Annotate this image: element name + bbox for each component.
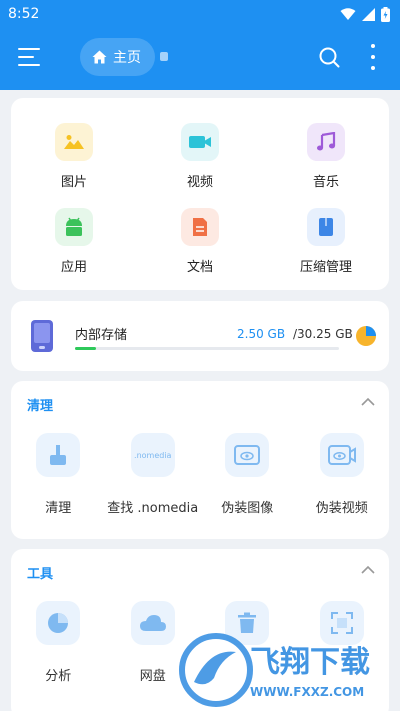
phone-storage-icon [31,320,53,352]
small-lock-icon [160,52,168,61]
storage-pie-icon [356,326,376,346]
image-icon [55,123,93,161]
disguise-video-icon [319,433,364,477]
internal-storage-card[interactable]: 内部存储 2.50 GB /30.25 GB [11,301,389,371]
category-images[interactable]: 图片 [11,123,137,190]
menu-button[interactable] [18,46,44,68]
chevron-up-icon[interactable] [361,565,375,575]
clean-section-card: 清理 清理 .nomedia 查找 .nomedia 伪装图像 伪装视频 [11,381,389,539]
analysis-tile[interactable]: 分析 [11,601,106,684]
more-options-button[interactable] [364,44,382,70]
category-apps[interactable]: 应用 [11,208,137,275]
archive-icon [307,208,345,246]
clean-tools-grid: 清理 .nomedia 查找 .nomedia 伪装图像 伪装视频 [11,433,389,516]
analysis-label: 分析 [45,669,72,684]
find-nomedia-tile[interactable]: .nomedia 查找 .nomedia [106,433,201,516]
storage-used: 2.50 GB [237,327,286,341]
storage-name: 内部存储 [75,328,128,343]
status-icons [340,6,390,22]
storage-usage-fill [75,347,97,350]
category-music[interactable]: 音乐 [263,123,389,190]
disguise-image-icon [225,433,270,477]
cloud-icon [130,601,175,645]
section-title-tools: 工具 [27,567,54,582]
home-breadcrumb-chip[interactable]: 主页 [80,38,155,76]
android-icon [55,208,93,246]
status-time: 8:52 [8,6,40,22]
top-bar: 8:52 主页 [0,0,400,90]
search-icon[interactable] [318,46,340,68]
music-icon [307,123,345,161]
disguise-video-label: 伪装视频 [315,501,368,516]
storage-total: /30.25 GB [293,327,353,341]
nomedia-icon: .nomedia [130,433,175,477]
storage-usage-bar [75,347,339,350]
home-label: 主页 [113,50,141,66]
status-bar: 8:52 [0,0,400,28]
nomedia-icon-text: .nomedia [134,450,172,460]
category-label: 压缩管理 [299,260,352,275]
video-icon [181,123,219,161]
document-icon [181,208,219,246]
watermark-overlay: 飞翔下载 WWW.FXXZ.COM [176,630,400,711]
clean-label: 清理 [45,501,72,516]
app-bar: 主页 [0,30,400,86]
broom-icon [36,433,81,477]
quick-access-grid: 图片 视频 音乐 应用 文档 压缩管理 [11,98,389,275]
category-label: 文档 [186,260,213,275]
category-label: 音乐 [312,175,339,190]
find-nomedia-label: 查找 .nomedia [107,501,199,516]
signal-icon [362,7,375,21]
battery-icon [381,6,390,22]
file-manager-app: 8:52 主页 图片 视频 音乐 应用 文档 压缩管理 内部存储 2.50 GB… [0,0,400,711]
disguise-image-tile[interactable]: 伪装图像 [200,433,295,516]
clean-tile[interactable]: 清理 [11,433,106,516]
storage-total-value: 30.25 GB [297,327,353,341]
chevron-up-icon[interactable] [361,397,375,407]
quick-access-card: 图片 视频 音乐 应用 文档 压缩管理 [11,98,389,290]
cloud-drive-label: 网盘 [139,669,166,684]
category-label: 视频 [186,175,213,190]
section-title-clean: 清理 [27,399,54,414]
watermark-logo-icon: 飞翔下载 WWW.FXXZ.COM [179,633,370,707]
category-videos[interactable]: 视频 [137,123,263,190]
disguise-video-tile[interactable]: 伪装视频 [295,433,390,516]
category-label: 图片 [60,175,87,190]
wifi-icon [340,7,356,20]
category-documents[interactable]: 文档 [137,208,263,275]
category-label: 应用 [60,260,87,275]
home-icon [92,50,107,64]
analysis-pie-icon [36,601,81,645]
watermark-title: 飞翔下载 [250,645,370,680]
disguise-image-label: 伪装图像 [221,501,274,516]
category-archives[interactable]: 压缩管理 [263,208,389,275]
watermark-url: WWW.FXXZ.COM [250,685,364,699]
